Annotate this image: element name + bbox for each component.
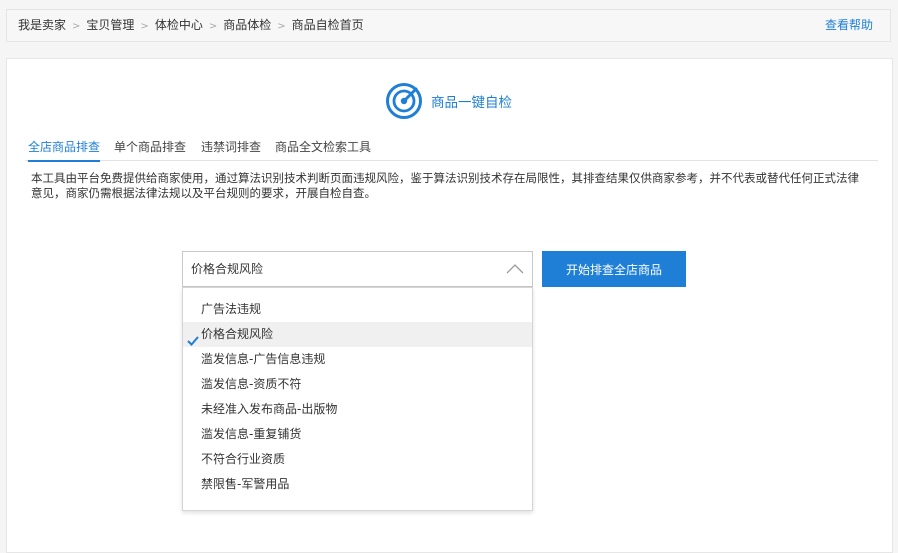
option-label: 广告法违规 bbox=[201, 302, 262, 316]
breadcrumb-separator: > bbox=[140, 21, 149, 32]
risk-type-dropdown: 广告法违规 价格合规风险 滥发信息-广告信息违规 滥发信息-资质不符 未经准入发… bbox=[182, 287, 533, 511]
dropdown-option[interactable]: 滥发信息-广告信息违规 bbox=[183, 347, 532, 372]
breadcrumb-separator: > bbox=[277, 21, 286, 32]
page-title: 商品一键自检 bbox=[431, 95, 512, 111]
dropdown-option-selected[interactable]: 价格合规风险 bbox=[183, 322, 532, 347]
dropdown-option[interactable]: 禁限售-军警用品 bbox=[183, 472, 532, 497]
tab-all-store-check[interactable]: 全店商品排查 bbox=[28, 138, 101, 162]
breadcrumb-item-items[interactable]: 宝贝管理 bbox=[86, 18, 134, 32]
option-label: 价格合规风险 bbox=[201, 327, 274, 341]
breadcrumb-separator: > bbox=[72, 21, 81, 32]
dropdown-option[interactable]: 广告法违规 bbox=[183, 297, 532, 322]
tab-full-text-search[interactable]: 商品全文检索工具 bbox=[275, 138, 371, 155]
chevron-up-icon bbox=[506, 262, 524, 277]
tab-single-item-check[interactable]: 单个商品排查 bbox=[114, 138, 186, 155]
radar-target-icon bbox=[385, 82, 423, 120]
tab-banned-words-check[interactable]: 违禁词排查 bbox=[201, 138, 261, 155]
breadcrumb-item-self-check-home: 商品自检首页 bbox=[291, 18, 364, 32]
option-label: 滥发信息-广告信息违规 bbox=[201, 352, 326, 366]
dropdown-option[interactable]: 不符合行业资质 bbox=[183, 447, 532, 472]
start-check-button[interactable]: 开始排查全店商品 bbox=[542, 251, 686, 287]
breadcrumb-item-product-check[interactable]: 商品体检 bbox=[223, 18, 271, 32]
option-label: 滥发信息-资质不符 bbox=[201, 377, 302, 391]
page-header: 商品一键自检 bbox=[385, 82, 512, 120]
breadcrumb-item-seller[interactable]: 我是卖家 bbox=[18, 18, 66, 32]
dropdown-option[interactable]: 未经准入发布商品-出版物 bbox=[183, 397, 532, 422]
breadcrumb-separator: > bbox=[208, 21, 218, 32]
breadcrumb-item-health-center[interactable]: 体检中心 bbox=[155, 18, 203, 32]
dropdown-option[interactable]: 滥发信息-重复铺货 bbox=[183, 422, 532, 447]
option-label: 禁限售-军警用品 bbox=[201, 477, 290, 491]
risk-type-select[interactable]: 价格合规风险 bbox=[182, 251, 533, 287]
help-link[interactable]: 查看帮助 bbox=[825, 10, 873, 41]
main-panel: 商品一键自检 全店商品排查 单个商品排查 违禁词排查 商品全文检索工具 本工具由… bbox=[6, 58, 893, 553]
tab-bar: 全店商品排查 单个商品排查 违禁词排查 商品全文检索工具 bbox=[25, 130, 878, 162]
breadcrumb-bar: 我是卖家 > 宝贝管理 > 体检中心 > 商品体检 > 商品自检首页 查看帮助 bbox=[6, 9, 891, 42]
dropdown-option[interactable]: 滥发信息-资质不符 bbox=[183, 372, 532, 397]
disclaimer-text: 本工具由平台免费提供给商家使用，通过算法识别技术判断页面违规风险，鉴于算法识别技… bbox=[31, 171, 859, 200]
option-label: 不符合行业资质 bbox=[201, 452, 286, 466]
breadcrumb: 我是卖家 > 宝贝管理 > 体检中心 > 商品体检 > 商品自检首页 bbox=[18, 10, 364, 42]
select-value: 价格合规风险 bbox=[191, 262, 264, 276]
option-label: 滥发信息-重复铺货 bbox=[201, 427, 302, 441]
option-label: 未经准入发布商品-出版物 bbox=[201, 402, 338, 416]
